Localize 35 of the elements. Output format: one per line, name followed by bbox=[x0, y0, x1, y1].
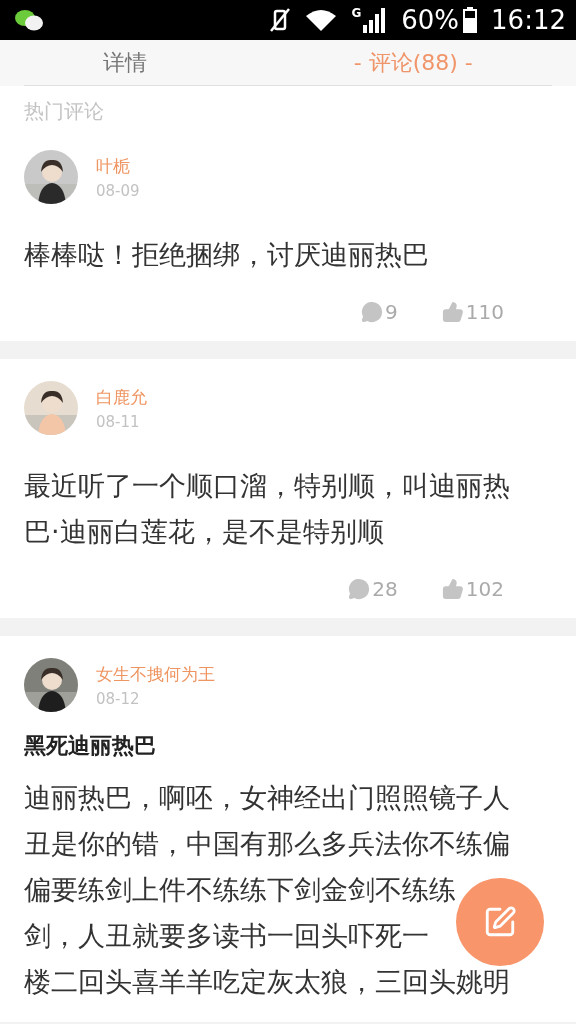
edit-icon bbox=[483, 905, 517, 939]
comment-text: 棒棒哒！拒绝捆绑，讨厌迪丽热巴 bbox=[24, 238, 429, 272]
comment-date: 08-11 bbox=[96, 412, 141, 431]
section-title: 热门评论 bbox=[24, 98, 105, 124]
tab[interactable]: 详情 bbox=[99, 47, 152, 78]
user-name[interactable]: 女生不拽何为王 bbox=[96, 662, 215, 686]
user-name[interactable]: 叶栀 bbox=[96, 154, 140, 178]
comment-text: 剑，人丑就要多读书一回头吓死一 bbox=[24, 919, 429, 953]
tab[interactable]: - 评论(88) - bbox=[349, 47, 477, 78]
reply-count: 28 bbox=[372, 577, 398, 601]
comment-date: 08-12 bbox=[96, 689, 141, 708]
battery-icon bbox=[463, 7, 478, 33]
reply-count: 9 bbox=[385, 300, 398, 324]
battery-percent: 60% bbox=[401, 5, 460, 35]
chat-app-icon bbox=[14, 8, 44, 32]
user-name[interactable]: 白鹿允 bbox=[96, 385, 147, 409]
vibrate-muted-icon bbox=[269, 7, 292, 33]
wifi-icon bbox=[305, 8, 338, 32]
like-count: 110 bbox=[465, 300, 504, 324]
comment-text: 偏要练剑上件不练练下剑金剑不练练 bbox=[24, 873, 456, 907]
signal-icon bbox=[363, 7, 388, 33]
clock: 16:12 bbox=[491, 5, 566, 35]
comment-date: 08-09 bbox=[96, 181, 140, 200]
comment-text: 迪丽热巴，啊呸，女神经出门照照镜子人 bbox=[24, 781, 510, 815]
comment-text: 楼二回头喜羊羊吃定灰太狼，三回头姚明 bbox=[24, 965, 510, 999]
comment-icon[interactable] bbox=[348, 578, 371, 600]
thumbs-up-icon[interactable] bbox=[441, 301, 464, 323]
comment-title: 黑死迪丽热巴 bbox=[24, 732, 157, 760]
comment-icon[interactable] bbox=[361, 301, 384, 323]
comment-text: 最近听了一个顺口溜，特别顺，叫迪丽热 bbox=[24, 469, 510, 503]
thumbs-up-icon[interactable] bbox=[441, 578, 464, 600]
comment-text: 丑是你的错，中国有那么多兵法你不练偏 bbox=[24, 827, 510, 861]
like-count: 102 bbox=[465, 577, 504, 601]
network-type: G bbox=[351, 6, 362, 20]
comment-text: 巴·迪丽白莲花，是不是特别顺 bbox=[24, 515, 384, 549]
